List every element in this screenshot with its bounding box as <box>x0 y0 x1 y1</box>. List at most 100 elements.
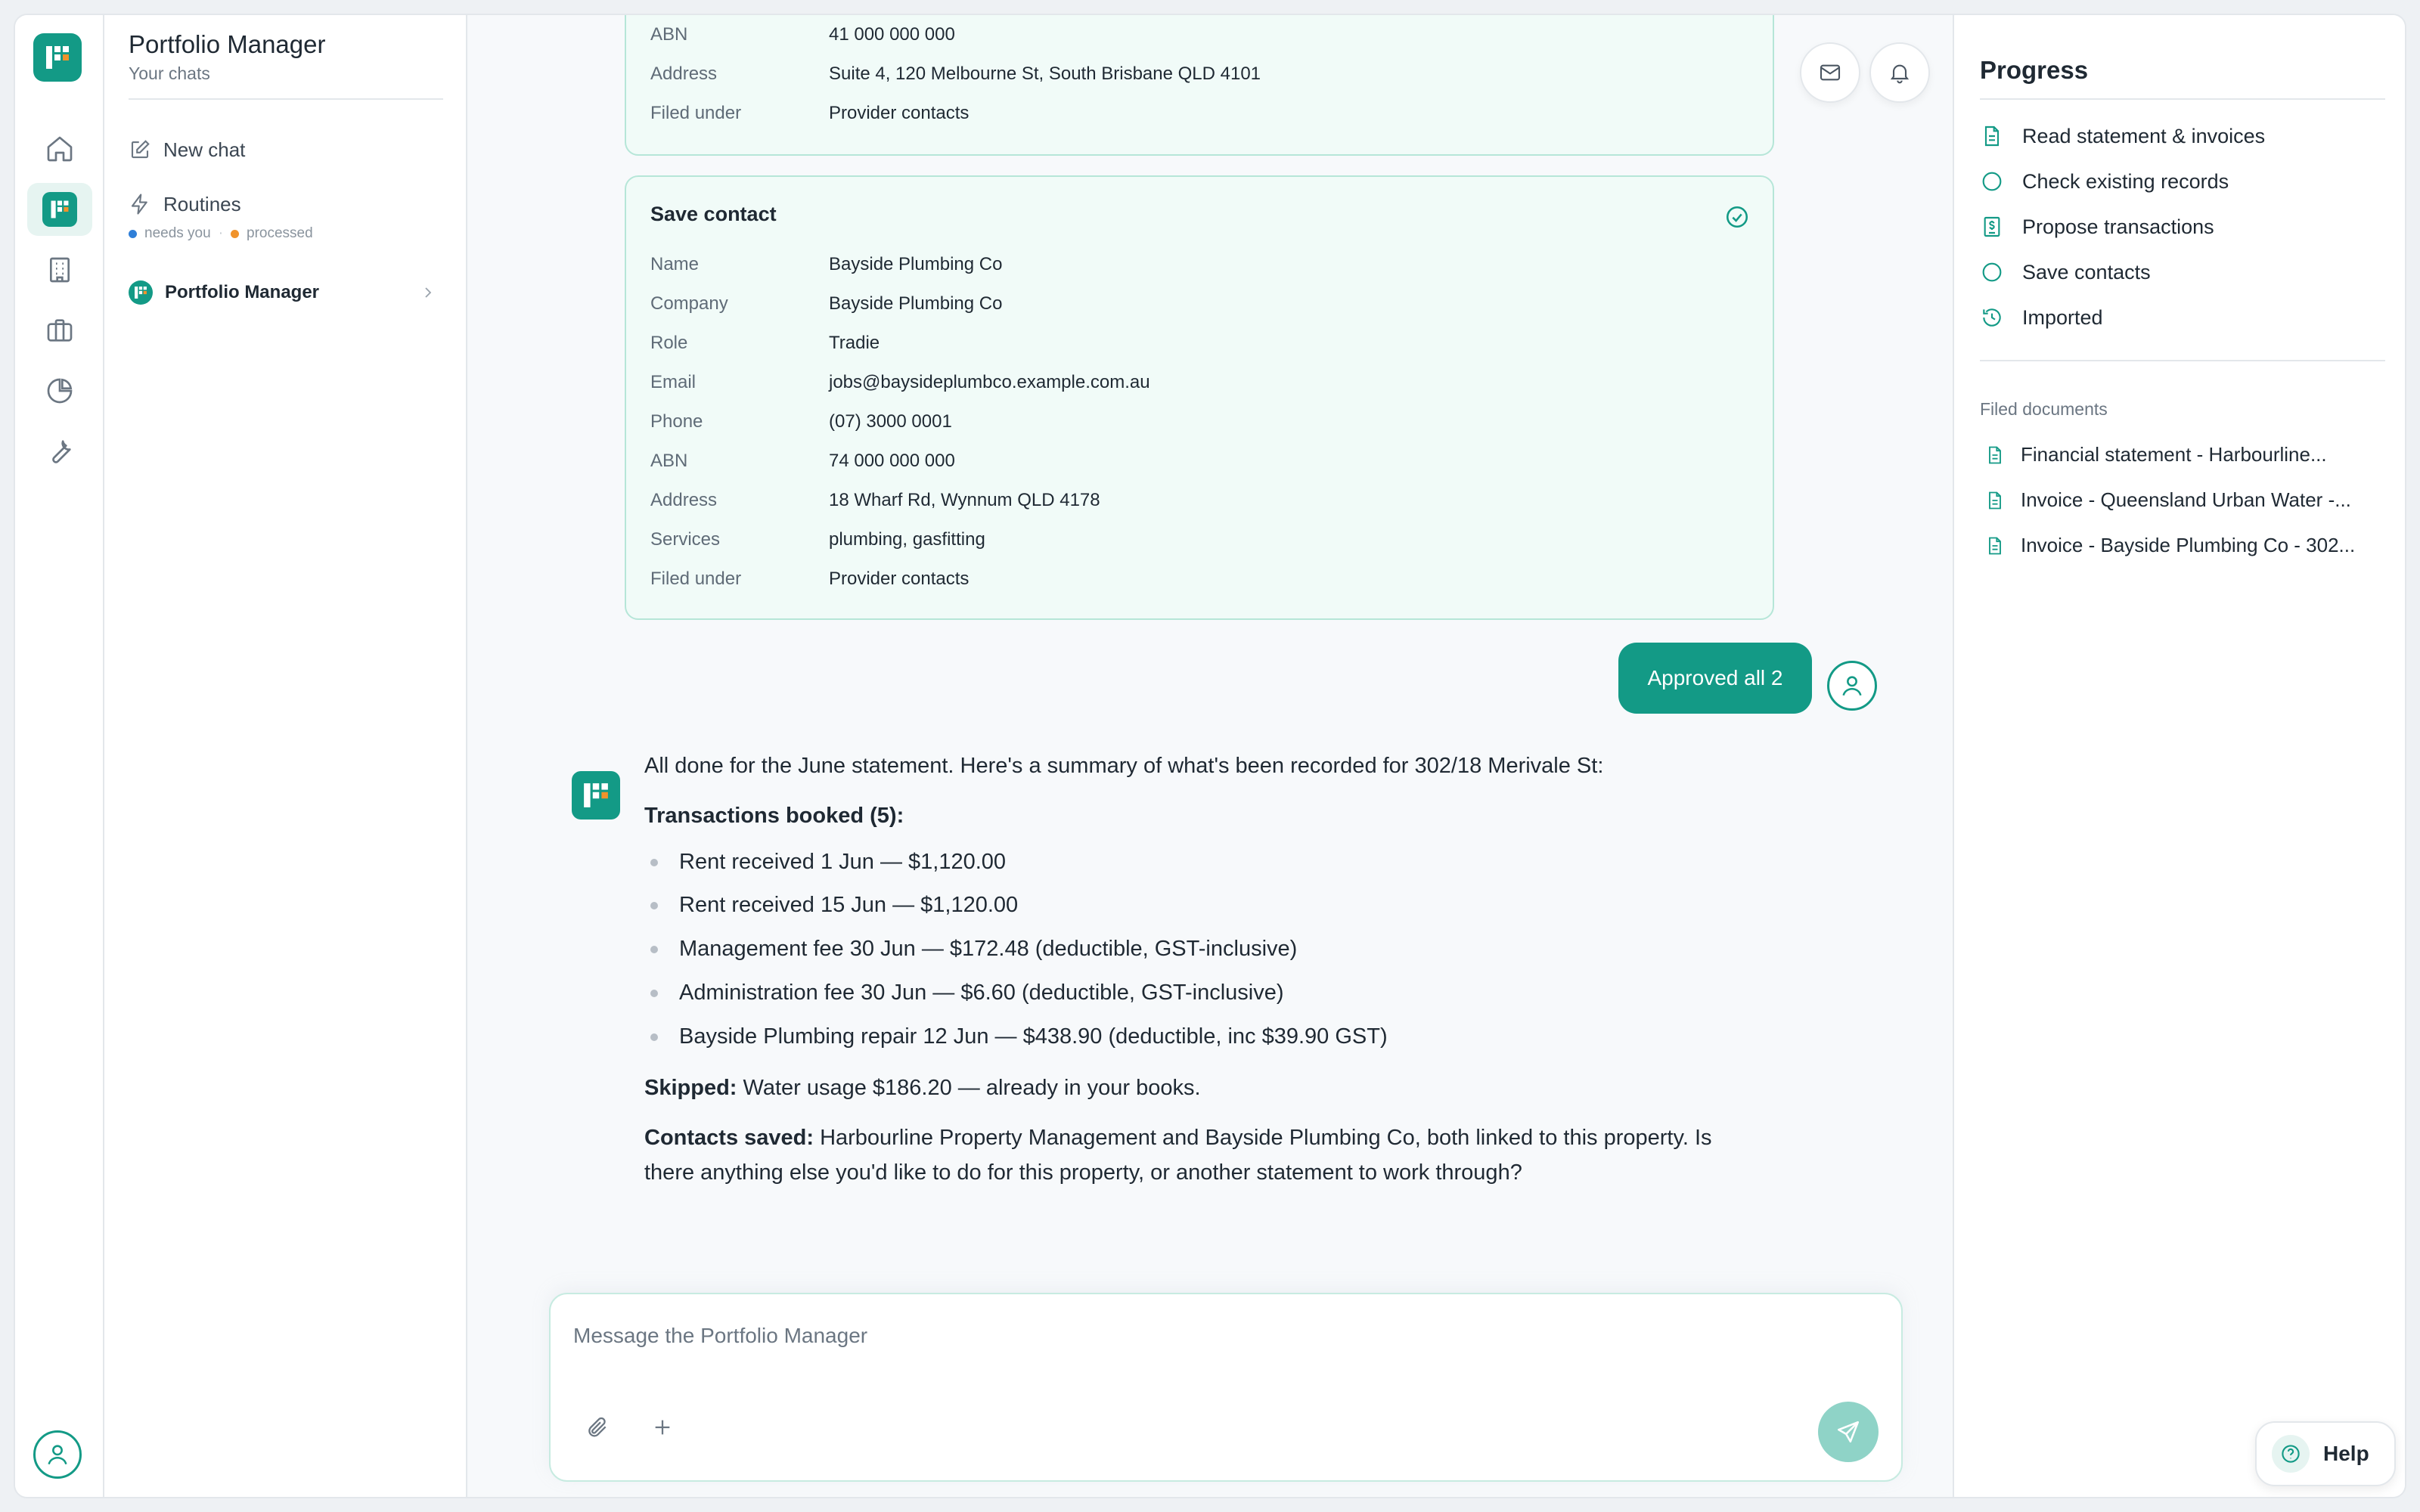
card-row: Address 18 Wharf Rd, Wynnum QLD 4178 <box>650 490 1100 511</box>
card-row: Role Tradie <box>650 333 880 354</box>
field-key: Filed under <box>650 103 742 123</box>
progress-step: Propose transactions <box>1980 215 2214 239</box>
field-value: plumbing, gasfitting <box>829 529 985 550</box>
progress-step: Save contacts <box>1980 260 2151 284</box>
skipped-line: Skipped: Water usage $186.20 — already i… <box>644 1070 1794 1105</box>
needs-you-label: needs you <box>144 225 211 241</box>
divider <box>1980 98 2385 100</box>
legend-separator: · <box>218 225 224 241</box>
list-item-text: Bayside Plumbing repair 12 Jun — $438.90… <box>679 1024 1388 1049</box>
new-chat-button[interactable]: New chat <box>129 133 245 166</box>
progress-step: Check existing records <box>1980 169 2229 194</box>
contacts-line: Contacts saved: Harbourline Property Man… <box>644 1120 1794 1155</box>
mail-icon[interactable] <box>1800 42 1860 103</box>
briefcase-icon[interactable] <box>27 304 92 357</box>
filed-documents-heading: Filed documents <box>1980 399 2108 419</box>
circle-icon <box>1982 172 2002 191</box>
circle-icon <box>1982 262 2002 282</box>
field-value: jobs@baysideplumbco.example.com.au <box>829 372 1150 392</box>
send-button[interactable] <box>1818 1402 1879 1462</box>
list-item-text: Administration fee 30 Jun — $6.60 (deduc… <box>679 981 1284 1005</box>
step-label: Save contacts <box>2022 260 2151 284</box>
edit-icon <box>131 140 150 159</box>
card-row: Services plumbing, gasfitting <box>650 529 985 550</box>
field-value: 41 000 000 000 <box>829 24 955 45</box>
field-key: Name <box>650 254 700 274</box>
contacts-label: Contacts saved: <box>644 1126 814 1150</box>
divider <box>1980 360 2385 361</box>
assistant-intro: All done for the June statement. Here's … <box>644 754 1604 778</box>
processed-label: processed <box>247 225 313 241</box>
check-circle-icon <box>1726 206 1748 228</box>
chat-item-label: Portfolio Manager <box>165 282 320 302</box>
chat-item-portfolio-manager[interactable]: Portfolio Manager <box>129 276 443 309</box>
field-key: Filed under <box>650 569 742 589</box>
bell-icon[interactable] <box>1869 42 1930 103</box>
document-icon <box>1984 125 2000 147</box>
document-icon <box>1989 537 2001 554</box>
card-row: Email jobs@baysideplumbco.example.com.au <box>650 372 1150 393</box>
pie-chart-icon[interactable] <box>27 364 92 417</box>
step-label: Imported <box>2022 305 2103 329</box>
progress-step: Read statement & invoices <box>1980 124 2265 148</box>
help-icon <box>2272 1435 2310 1473</box>
building-icon[interactable] <box>27 243 92 296</box>
card-row: Phone (07) 3000 0001 <box>650 411 952 432</box>
divider <box>129 98 443 100</box>
step-label: Propose transactions <box>2022 215 2214 238</box>
chats-subtitle: Your chats <box>129 64 210 83</box>
new-chat-label: New chat <box>163 138 246 161</box>
field-value: Bayside Plumbing Co <box>829 293 1003 314</box>
field-value: Suite 4, 120 Melbourne St, South Brisban… <box>829 64 1261 84</box>
app-window: Portfolio Manager Your chats New chat Ro… <box>14 14 2406 1498</box>
help-label: Help <box>2323 1442 2369 1465</box>
user-avatar-icon[interactable] <box>33 1430 82 1479</box>
routines-label: Routines <box>163 192 241 215</box>
progress-title: Progress <box>1980 56 2089 84</box>
list-item-text: Rent received 15 Jun — $1,120.00 <box>679 893 1019 917</box>
contacts-line-2: there anything else you'd like to do for… <box>644 1160 1522 1185</box>
filed-document-item[interactable]: Financial statement - Harbourline... <box>1984 443 2385 466</box>
home-icon[interactable] <box>27 122 92 175</box>
app-logo[interactable] <box>33 33 82 82</box>
help-button[interactable]: Help <box>2255 1421 2396 1486</box>
needs-you-dot <box>129 229 137 238</box>
portfolio-manager-icon[interactable] <box>27 183 92 236</box>
field-key: Address <box>650 64 718 84</box>
field-value: (07) 3000 0001 <box>829 411 952 432</box>
chat-main: ABN 41 000 000 000 Address Suite 4, 120 … <box>469 15 1959 1497</box>
status-legend: needs you · processed <box>129 225 313 242</box>
step-label: Check existing records <box>2022 169 2229 193</box>
chats-panel: Portfolio Manager Your chats New chat Ro… <box>104 15 467 1497</box>
field-value: 74 000 000 000 <box>829 451 955 471</box>
field-value: Tradie <box>829 333 880 353</box>
wrench-icon[interactable] <box>27 425 92 478</box>
filed-document-item[interactable]: Invoice - Queensland Urban Water -... <box>1984 488 2385 512</box>
user-message-bubble: Approved all 2 <box>1618 643 1812 714</box>
contacts-text: Harbourline Property Management and Bays… <box>814 1126 1712 1150</box>
field-key: ABN <box>650 24 688 45</box>
save-contact-card: Save contact Name Bayside Plumbing Co Com… <box>625 175 1774 620</box>
chats-title: Portfolio Manager <box>129 30 326 58</box>
filed-document-item[interactable]: Invoice - Bayside Plumbing Co - 302... <box>1984 534 2385 557</box>
portfolio-manager-logo-icon <box>129 280 153 305</box>
progress-panel: Progress Read statement & invoices Check… <box>1953 15 2405 1497</box>
card-title: Save contact <box>650 203 777 225</box>
list-item-text: Rent received 1 Jun — $1,120.00 <box>679 850 1007 874</box>
document-icon <box>1989 446 2001 463</box>
message-input[interactable] <box>573 1317 1859 1355</box>
logo-mark-icon <box>46 46 69 69</box>
field-key: Company <box>650 293 728 314</box>
routines-button[interactable]: Routines <box>129 187 241 221</box>
icon-rail <box>15 15 104 1497</box>
field-key: Services <box>650 529 721 550</box>
field-value: Provider contacts <box>829 569 970 589</box>
card-row: Filed under Provider contacts <box>650 569 969 590</box>
attach-icon[interactable] <box>576 1406 619 1448</box>
history-icon <box>1983 308 2001 327</box>
list-item: Bayside Plumbing repair 12 Jun — $438.90… <box>650 1024 1388 1049</box>
transactions-heading: Transactions booked (5): <box>644 804 904 828</box>
list-item-text: Management fee 30 Jun — $172.48 (deducti… <box>679 937 1298 961</box>
plus-icon[interactable] <box>641 1406 684 1448</box>
send-icon <box>1837 1421 1860 1443</box>
